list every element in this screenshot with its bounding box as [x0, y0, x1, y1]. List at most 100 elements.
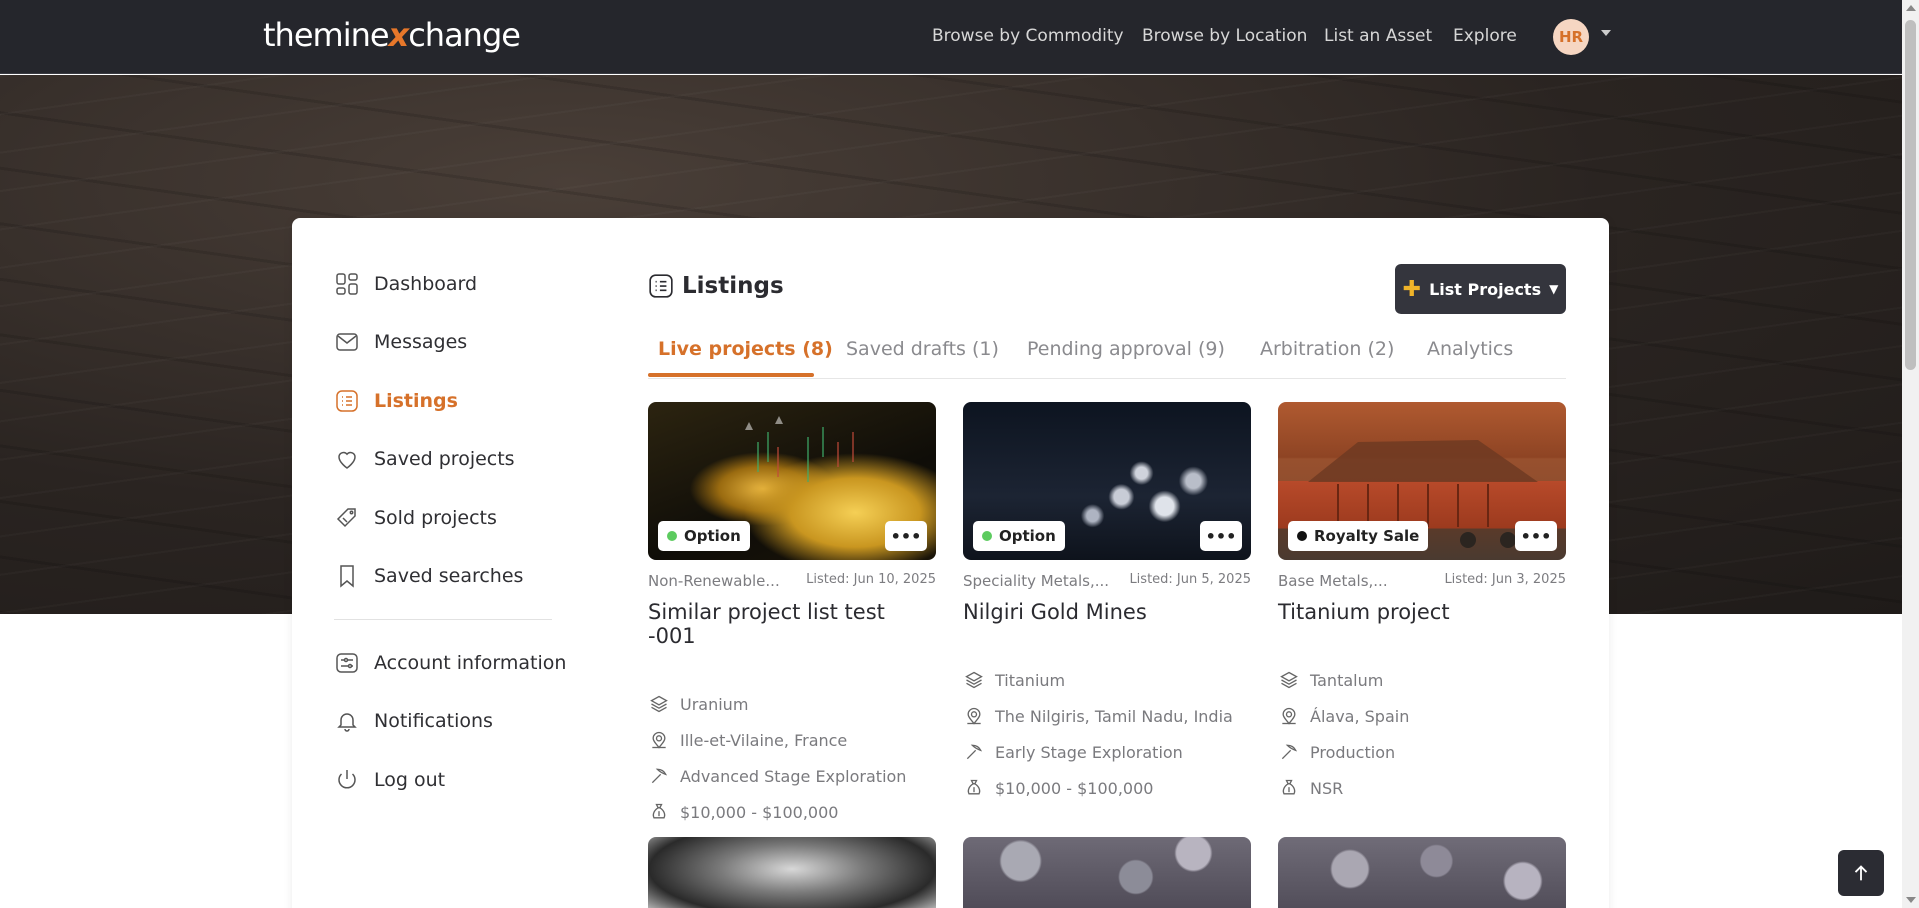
project-card[interactable]: Option ••• Speciality Metals,... Listed:… [963, 402, 1251, 806]
money-bag-icon [648, 801, 670, 823]
layers-icon [648, 693, 670, 715]
pickaxe-icon [1278, 741, 1300, 763]
project-stage: Advanced Stage Exploration [680, 766, 907, 786]
tag-icon [334, 505, 360, 531]
sidebar-item-account-information[interactable]: Account information [334, 648, 566, 678]
layers-icon [963, 669, 985, 691]
project-name[interactable]: Similar project list test -001 [648, 600, 936, 648]
status-badge: Option [973, 521, 1065, 551]
settings-icon [334, 650, 360, 676]
sidebar-item-label: Saved projects [374, 448, 515, 470]
project-category: Non-Renewable... [648, 572, 780, 590]
project-category: Base Metals,... [1278, 572, 1388, 590]
mail-icon [334, 329, 360, 355]
project-image-partial[interactable] [1278, 837, 1566, 908]
bookmark-icon [334, 563, 360, 589]
listed-date: Listed: Jun 10, 2025 [806, 572, 936, 587]
sidebar-item-label: Log out [374, 769, 446, 791]
sidebar-item-label: Sold projects [374, 507, 497, 529]
sidebar-item-label: Dashboard [374, 273, 478, 295]
pickaxe-icon [648, 765, 670, 787]
nav-browse-by-location[interactable]: Browse by Location [1142, 26, 1307, 46]
location-pin-icon [1278, 705, 1300, 727]
project-image-partial[interactable] [648, 837, 936, 908]
money-bag-icon [963, 777, 985, 799]
project-image-rail-wagon[interactable]: Royalty Sale ••• [1278, 402, 1566, 560]
scrollbar-thumb[interactable] [1905, 20, 1916, 370]
chevron-down-icon[interactable] [1601, 30, 1611, 36]
tab-pending-approval[interactable]: Pending approval (9) [1027, 338, 1225, 360]
user-avatar[interactable]: HR [1553, 19, 1589, 55]
sidebar-divider [334, 619, 552, 620]
arrow-up-icon [1854, 865, 1868, 881]
status-dot-icon [1297, 531, 1307, 541]
tab-analytics[interactable]: Analytics [1427, 338, 1513, 360]
sidebar-item-saved-searches[interactable]: Saved searches [334, 561, 523, 591]
sidebar-item-notifications[interactable]: Notifications [334, 706, 493, 736]
status-dot-icon [982, 531, 992, 541]
project-commodity: Uranium [680, 694, 749, 714]
project-commodity: Tantalum [1310, 670, 1384, 690]
status-badge: Royalty Sale [1288, 521, 1429, 551]
dashboard-icon [334, 271, 360, 297]
active-tab-indicator [648, 373, 814, 377]
list-icon [334, 388, 360, 414]
nav-explore[interactable]: Explore [1453, 26, 1517, 46]
scroll-up-arrow-icon[interactable] [1906, 5, 1916, 11]
bell-icon [334, 708, 360, 734]
sidebar-item-label: Saved searches [374, 565, 524, 587]
project-name[interactable]: Nilgiri Gold Mines [963, 600, 1251, 624]
status-dot-icon [667, 531, 677, 541]
project-image-gold[interactable]: Option ••• [648, 402, 936, 560]
project-name[interactable]: Titanium project [1278, 600, 1566, 624]
location-pin-icon [963, 705, 985, 727]
power-icon [334, 767, 360, 793]
sidebar-item-log-out[interactable]: Log out [334, 765, 445, 795]
scroll-down-arrow-icon[interactable] [1906, 897, 1916, 903]
more-options-button[interactable]: ••• [1200, 521, 1242, 551]
nav-list-an-asset[interactable]: List an Asset [1324, 26, 1432, 46]
brand-logo[interactable]: theminexchange [263, 16, 521, 54]
sidebar-item-label: Notifications [374, 710, 493, 732]
more-options-button[interactable]: ••• [885, 521, 927, 551]
project-category: Speciality Metals,... [963, 572, 1110, 590]
project-image-diamonds[interactable]: Option ••• [963, 402, 1251, 560]
list-projects-button[interactable]: ✚ List Projects ▼ [1395, 264, 1566, 314]
project-location: The Nilgiris, Tamil Nadu, India [995, 706, 1233, 726]
sidebar-item-saved-projects[interactable]: Saved projects [334, 444, 515, 474]
chevron-down-icon: ▼ [1549, 282, 1559, 296]
tab-saved-drafts[interactable]: Saved drafts (1) [846, 338, 999, 360]
back-to-top-button[interactable] [1838, 850, 1884, 896]
page-title: Listings [648, 273, 784, 299]
sidebar-item-messages[interactable]: Messages [334, 327, 467, 357]
sidebar-item-dashboard[interactable]: Dashboard [334, 269, 477, 299]
listed-date: Listed: Jun 3, 2025 [1444, 572, 1566, 587]
project-location: Ille-et-Vilaine, France [680, 730, 848, 750]
top-navbar: theminexchange Browse by Commodity Brows… [0, 0, 1902, 74]
more-options-button[interactable]: ••• [1515, 521, 1557, 551]
project-card[interactable]: Royalty Sale ••• Base Metals,... Listed:… [1278, 402, 1566, 806]
sidebar-item-label: Listings [374, 390, 458, 412]
project-commodity: Titanium [995, 670, 1066, 690]
project-image-partial[interactable] [963, 837, 1251, 908]
project-card[interactable]: Option ••• Non-Renewable... Listed: Jun … [648, 402, 936, 830]
sidebar-item-listings[interactable]: Listings [334, 386, 458, 416]
location-pin-icon [648, 729, 670, 751]
heart-icon [334, 446, 360, 472]
tab-arbitration[interactable]: Arbitration (2) [1260, 338, 1394, 360]
nav-browse-by-commodity[interactable]: Browse by Commodity [932, 26, 1124, 46]
project-location: Álava, Spain [1310, 706, 1410, 726]
pickaxe-icon [963, 741, 985, 763]
status-badge: Option [658, 521, 750, 551]
list-icon [648, 273, 674, 299]
money-bag-icon [1278, 777, 1300, 799]
listed-date: Listed: Jun 5, 2025 [1129, 572, 1251, 587]
project-stage: Early Stage Exploration [995, 742, 1183, 762]
tab-live-projects[interactable]: Live projects (8) [658, 338, 833, 360]
sidebar-item-sold-projects[interactable]: Sold projects [334, 503, 497, 533]
layers-icon [1278, 669, 1300, 691]
project-price: $10,000 - $100,000 [995, 778, 1154, 798]
project-price: NSR [1310, 778, 1344, 798]
sidebar-item-label: Account information [374, 652, 567, 674]
project-stage: Production [1310, 742, 1396, 762]
